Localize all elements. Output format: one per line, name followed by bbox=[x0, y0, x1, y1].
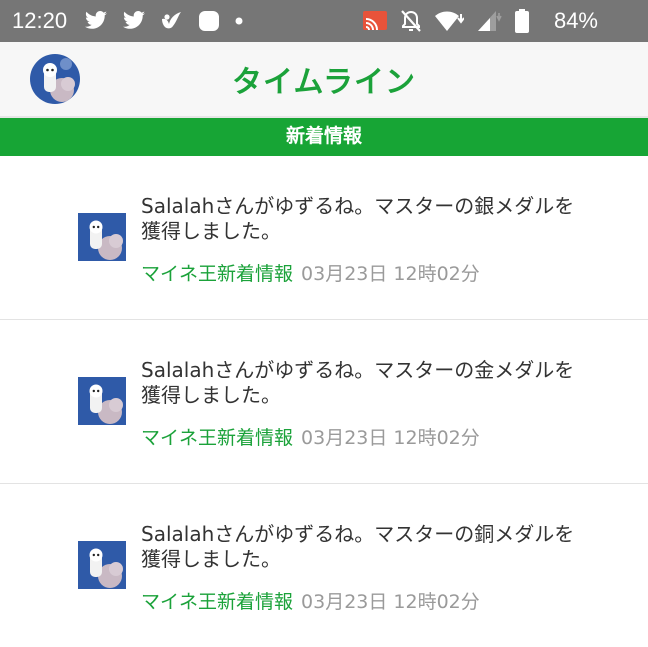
twitter-icon bbox=[85, 11, 107, 29]
item-thumbnail[interactable] bbox=[78, 377, 126, 425]
page-title: タイムライン bbox=[232, 65, 416, 100]
dot-icon bbox=[235, 17, 243, 25]
cast-icon bbox=[363, 11, 387, 31]
item-source-link[interactable]: マイネ王新着情報 bbox=[141, 263, 293, 285]
battery-percent: 84% bbox=[553, 8, 598, 33]
item-message: Salalahさんがゆずるね。マスターの銅メダルを獲得しました。 bbox=[141, 522, 575, 571]
section-banner: 新着情報 bbox=[0, 118, 648, 156]
item-timestamp: 03月23日 12時02分 bbox=[301, 263, 480, 285]
battery-icon bbox=[515, 9, 529, 33]
timeline-item[interactable]: Salalahさんがゆずるね。マスターの銀メダルを獲得しました。 マイネ王新着情… bbox=[0, 156, 648, 320]
twitter-icon bbox=[123, 11, 145, 29]
timeline-item[interactable]: Salalahさんがゆずるね。マスターの銅メダルを獲得しました。 マイネ王新着情… bbox=[0, 484, 648, 647]
app-bird-icon bbox=[162, 12, 181, 29]
timeline-item[interactable]: Salalahさんがゆずるね。マスターの金メダルを獲得しました。 マイネ王新着情… bbox=[0, 320, 648, 484]
item-source-link[interactable]: マイネ王新着情報 bbox=[141, 427, 293, 449]
signal-icon bbox=[478, 11, 502, 31]
status-time: 12:20 bbox=[12, 8, 68, 33]
wifi-icon bbox=[435, 11, 464, 31]
item-thumbnail[interactable] bbox=[78, 213, 126, 261]
mute-icon bbox=[401, 10, 421, 32]
item-thumbnail[interactable] bbox=[78, 541, 126, 589]
item-timestamp: 03月23日 12時02分 bbox=[301, 427, 480, 449]
status-bar: 12:20 84% bbox=[0, 0, 648, 42]
item-message: Salalahさんがゆずるね。マスターの金メダルを獲得しました。 bbox=[141, 358, 575, 407]
item-meta: マイネ王新着情報 03月23日 12時02分 bbox=[141, 259, 480, 286]
item-message: Salalahさんがゆずるね。マスターの銀メダルを獲得しました。 bbox=[141, 194, 575, 243]
notification-icons bbox=[84, 8, 244, 34]
item-source-link[interactable]: マイネ王新着情報 bbox=[141, 591, 293, 613]
item-meta: マイネ王新着情報 03月23日 12時02分 bbox=[141, 587, 480, 614]
item-meta: マイネ王新着情報 03月23日 12時02分 bbox=[141, 423, 480, 450]
app-square-icon bbox=[199, 11, 219, 31]
item-timestamp: 03月23日 12時02分 bbox=[301, 591, 480, 613]
timeline-feed: Salalahさんがゆずるね。マスターの銀メダルを獲得しました。 マイネ王新着情… bbox=[0, 156, 648, 647]
app-bar: タイムライン bbox=[0, 42, 648, 118]
